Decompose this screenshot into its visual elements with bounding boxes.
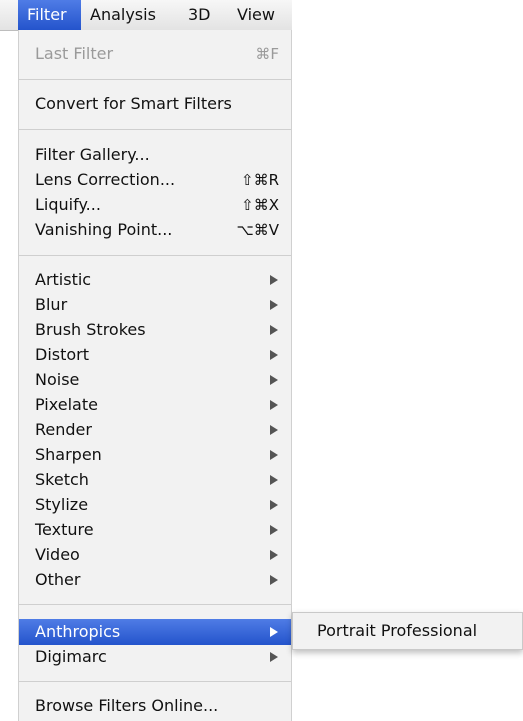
menu-analysis[interactable]: Analysis [81,0,179,30]
menu-item-texture[interactable]: Texture [19,517,291,543]
menu-item-vanishing-point[interactable]: Vanishing Point... ⌥⌘V [19,217,291,243]
submenu-arrow-icon [270,550,278,560]
submenu-arrow-icon [270,450,278,460]
submenu-arrow-icon [270,627,278,637]
menu-item-label: Noise [35,370,80,389]
menu-item-label: Artistic [35,270,92,289]
shortcut-label: ⌥⌘V [236,221,279,239]
submenu-item-portrait-professional[interactable]: Portrait Professional [317,620,477,642]
separator [19,129,291,130]
separator [19,255,291,256]
menu-item-digimarc[interactable]: Digimarc [19,644,291,670]
menu-item-label: Sharpen [35,445,102,464]
menu-item-lens-correction[interactable]: Lens Correction... ⇧⌘R [19,167,291,193]
menu-item-filter-gallery[interactable]: Filter Gallery... [19,142,291,168]
menu-item-anthropics[interactable]: Anthropics [19,619,291,645]
shortcut-label: ⇧⌘X [241,196,279,214]
menu-item-label: Filter Gallery... [35,145,150,164]
shortcut-label: ⇧⌘R [241,171,279,189]
menu-item-label: Stylize [35,495,89,514]
menu-item-stylize[interactable]: Stylize [19,492,291,518]
menu-item-artistic[interactable]: Artistic [19,267,291,293]
menu-item-label: Brush Strokes [35,320,146,339]
menu-item-blur[interactable]: Blur [19,292,291,318]
menu-item-label: Digimarc [35,647,107,666]
menu-item-label: Sketch [35,470,89,489]
menu-item-label: Convert for Smart Filters [35,94,232,113]
menu-item-convert-smart-filters[interactable]: Convert for Smart Filters [19,91,291,117]
submenu-arrow-icon [270,652,278,662]
menu-item-pixelate[interactable]: Pixelate [19,392,291,418]
menu-item-label: Texture [35,520,94,539]
menu-item-label: Blur [35,295,68,314]
menu-item-label: Lens Correction... [35,170,176,189]
menu-bar: Filter Analysis 3D View [0,0,292,31]
separator [19,681,291,682]
menu-item-other[interactable]: Other [19,567,291,593]
menu-item-label: Other [35,570,81,589]
submenu-arrow-icon [270,500,278,510]
separator [19,604,291,605]
menu-view[interactable]: View [228,0,292,30]
menu-item-label: Browse Filters Online... [35,696,219,715]
menu-item-video[interactable]: Video [19,542,291,568]
menu-item-label: Distort [35,345,90,364]
separator [19,79,291,80]
submenu-arrow-icon [270,475,278,485]
menu-item-brush-strokes[interactable]: Brush Strokes [19,317,291,343]
menu-3d[interactable]: 3D [179,0,228,30]
submenu-arrow-icon [270,350,278,360]
menu-filter[interactable]: Filter [18,0,81,30]
submenu-arrow-icon [270,300,278,310]
menu-item-label: Liquify... [35,195,101,214]
submenu-arrow-icon [270,325,278,335]
menu-item-label: Vanishing Point... [35,220,173,239]
submenu-arrow-icon [270,400,278,410]
menu-item-sharpen[interactable]: Sharpen [19,442,291,468]
menu-item-browse-filters-online[interactable]: Browse Filters Online... [19,693,291,719]
anthropics-submenu: Portrait Professional [292,612,523,650]
menu-item-liquify[interactable]: Liquify... ⇧⌘X [19,192,291,218]
submenu-arrow-icon [270,525,278,535]
menu-item-last-filter: Last Filter ⌘F [19,41,291,67]
menu-item-sketch[interactable]: Sketch [19,467,291,493]
filter-menu-dropdown: Last Filter ⌘F Convert for Smart Filters… [18,30,292,721]
shortcut-label: ⌘F [255,45,279,63]
submenu-arrow-icon [270,375,278,385]
menu-item-distort[interactable]: Distort [19,342,291,368]
menu-item-render[interactable]: Render [19,417,291,443]
submenu-arrow-icon [270,275,278,285]
menu-item-label: Last Filter [35,44,114,63]
menu-item-label: Pixelate [35,395,98,414]
menu-item-label: Render [35,420,92,439]
submenu-arrow-icon [270,575,278,585]
menu-item-label: Video [35,545,80,564]
menu-item-noise[interactable]: Noise [19,367,291,393]
menu-item-label: Anthropics [35,622,121,641]
submenu-arrow-icon [270,425,278,435]
